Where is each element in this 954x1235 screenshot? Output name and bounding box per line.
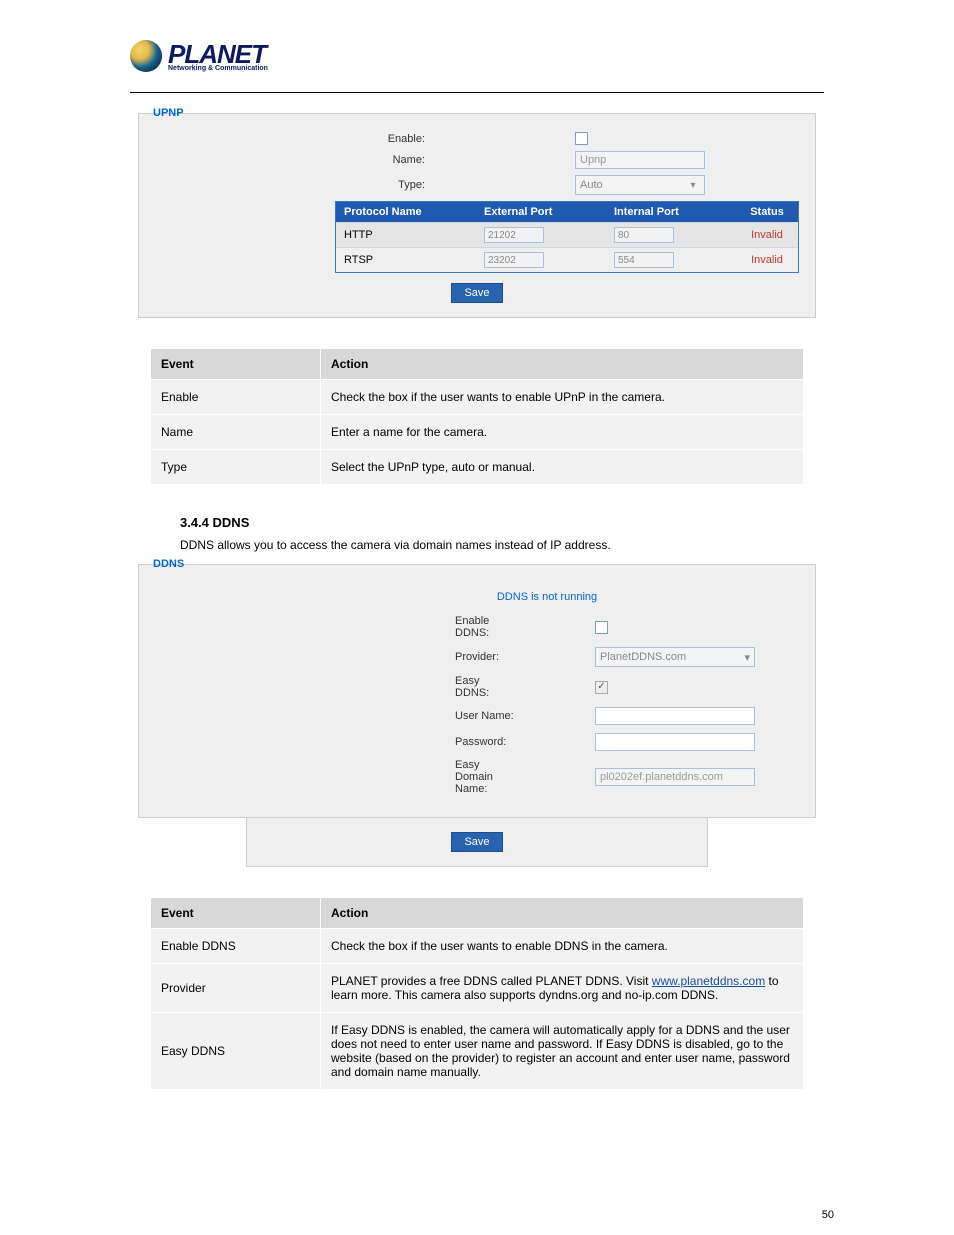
logo-globe-icon bbox=[130, 40, 162, 72]
password-label: Password: bbox=[155, 736, 515, 748]
cell-status: Invalid bbox=[736, 225, 798, 245]
desc-head-action: Action bbox=[321, 898, 804, 929]
col-status: Status bbox=[736, 202, 798, 222]
desc-key: Type bbox=[151, 450, 321, 485]
desc-key: Name bbox=[151, 415, 321, 450]
name-label: Name: bbox=[155, 154, 435, 166]
provider-desc-prefix: PLANET provides a free DDNS called PLANE… bbox=[331, 974, 652, 988]
cell-proto: HTTP bbox=[336, 225, 476, 245]
provider-select[interactable]: PlanetDDNS.com ▾ bbox=[595, 647, 755, 667]
internal-port-input[interactable]: 80 bbox=[614, 227, 674, 243]
chevron-down-icon: ▾ bbox=[686, 180, 700, 191]
header-rule bbox=[130, 92, 824, 93]
desc-head-event: Event bbox=[151, 898, 321, 929]
easy-domain-input[interactable]: pl0202ef.planetddns.com bbox=[595, 768, 755, 786]
desc-key: Enable bbox=[151, 380, 321, 415]
desc-val: Select the UPnP type, auto or manual. bbox=[321, 450, 804, 485]
save-button[interactable]: Save bbox=[451, 832, 502, 852]
type-select[interactable]: Auto ▾ bbox=[575, 175, 705, 195]
enable-label: Enable: bbox=[155, 133, 435, 145]
provider-label: Provider: bbox=[155, 651, 515, 663]
desc-val: Enter a name for the camera. bbox=[321, 415, 804, 450]
enable-checkbox[interactable] bbox=[575, 132, 588, 145]
easy-domain-label: Easy Domain Name: bbox=[155, 759, 515, 795]
upnp-legend: UPNP bbox=[149, 107, 188, 119]
logo-word: PLANET bbox=[168, 41, 268, 67]
ddns-intro: DDNS allows you to access the camera via… bbox=[180, 536, 804, 554]
logo: PLANET Networking & Communication bbox=[130, 40, 924, 72]
easy-ddns-checkbox[interactable] bbox=[595, 681, 608, 694]
enable-ddns-label: Enable DDNS: bbox=[155, 615, 515, 639]
enable-ddns-checkbox[interactable] bbox=[595, 621, 608, 634]
ddns-panel: DDNS DDNS is not running Enable DDNS: Pr… bbox=[138, 564, 816, 818]
provider-value: PlanetDDNS.com bbox=[600, 651, 686, 663]
ddns-status: DDNS is not running bbox=[155, 591, 799, 603]
ddns-heading: 3.4.4 DDNS bbox=[180, 515, 804, 530]
cell-proto: RTSP bbox=[336, 250, 476, 270]
desc-val: Check the box if the user wants to enabl… bbox=[321, 929, 804, 964]
col-protocol: Protocol Name bbox=[336, 202, 476, 222]
upnp-table: Protocol Name External Port Internal Por… bbox=[335, 201, 799, 273]
easy-ddns-label: Easy DDNS: bbox=[155, 675, 515, 699]
logo-tagline: Networking & Communication bbox=[168, 65, 268, 72]
desc-head-action: Action bbox=[321, 349, 804, 380]
username-label: User Name: bbox=[155, 710, 515, 722]
desc-val: If Easy DDNS is enabled, the camera will… bbox=[321, 1013, 804, 1090]
external-port-input[interactable]: 23202 bbox=[484, 252, 544, 268]
type-select-value: Auto bbox=[580, 179, 603, 191]
col-external: External Port bbox=[476, 202, 606, 222]
ddns-description-table: Event Action Enable DDNS Check the box i… bbox=[150, 897, 804, 1090]
upnp-panel: UPNP Enable: Name: Type: Auto ▾ bbox=[138, 113, 816, 318]
chevron-down-icon: ▾ bbox=[744, 651, 750, 664]
desc-key: Enable DDNS bbox=[151, 929, 321, 964]
username-input[interactable] bbox=[595, 707, 755, 725]
ddns-legend: DDNS bbox=[149, 558, 188, 570]
name-input[interactable] bbox=[575, 151, 705, 169]
desc-head-event: Event bbox=[151, 349, 321, 380]
password-input[interactable] bbox=[595, 733, 755, 751]
external-port-input[interactable]: 21202 bbox=[484, 227, 544, 243]
save-button[interactable]: Save bbox=[451, 283, 502, 303]
desc-key: Provider bbox=[151, 964, 321, 1013]
page-number: 50 bbox=[822, 1209, 834, 1221]
col-internal: Internal Port bbox=[606, 202, 736, 222]
desc-val: Check the box if the user wants to enabl… bbox=[321, 380, 804, 415]
desc-val: PLANET provides a free DDNS called PLANE… bbox=[321, 964, 804, 1013]
cell-status: Invalid bbox=[736, 250, 798, 270]
planetddns-link[interactable]: www.planetddns.com bbox=[652, 974, 765, 988]
table-row[interactable]: RTSP 23202 554 Invalid bbox=[336, 247, 798, 272]
internal-port-input[interactable]: 554 bbox=[614, 252, 674, 268]
type-label: Type: bbox=[155, 179, 435, 191]
upnp-description-table: Event Action Enable Check the box if the… bbox=[150, 348, 804, 485]
table-row[interactable]: HTTP 21202 80 Invalid bbox=[336, 222, 798, 247]
desc-key: Easy DDNS bbox=[151, 1013, 321, 1090]
